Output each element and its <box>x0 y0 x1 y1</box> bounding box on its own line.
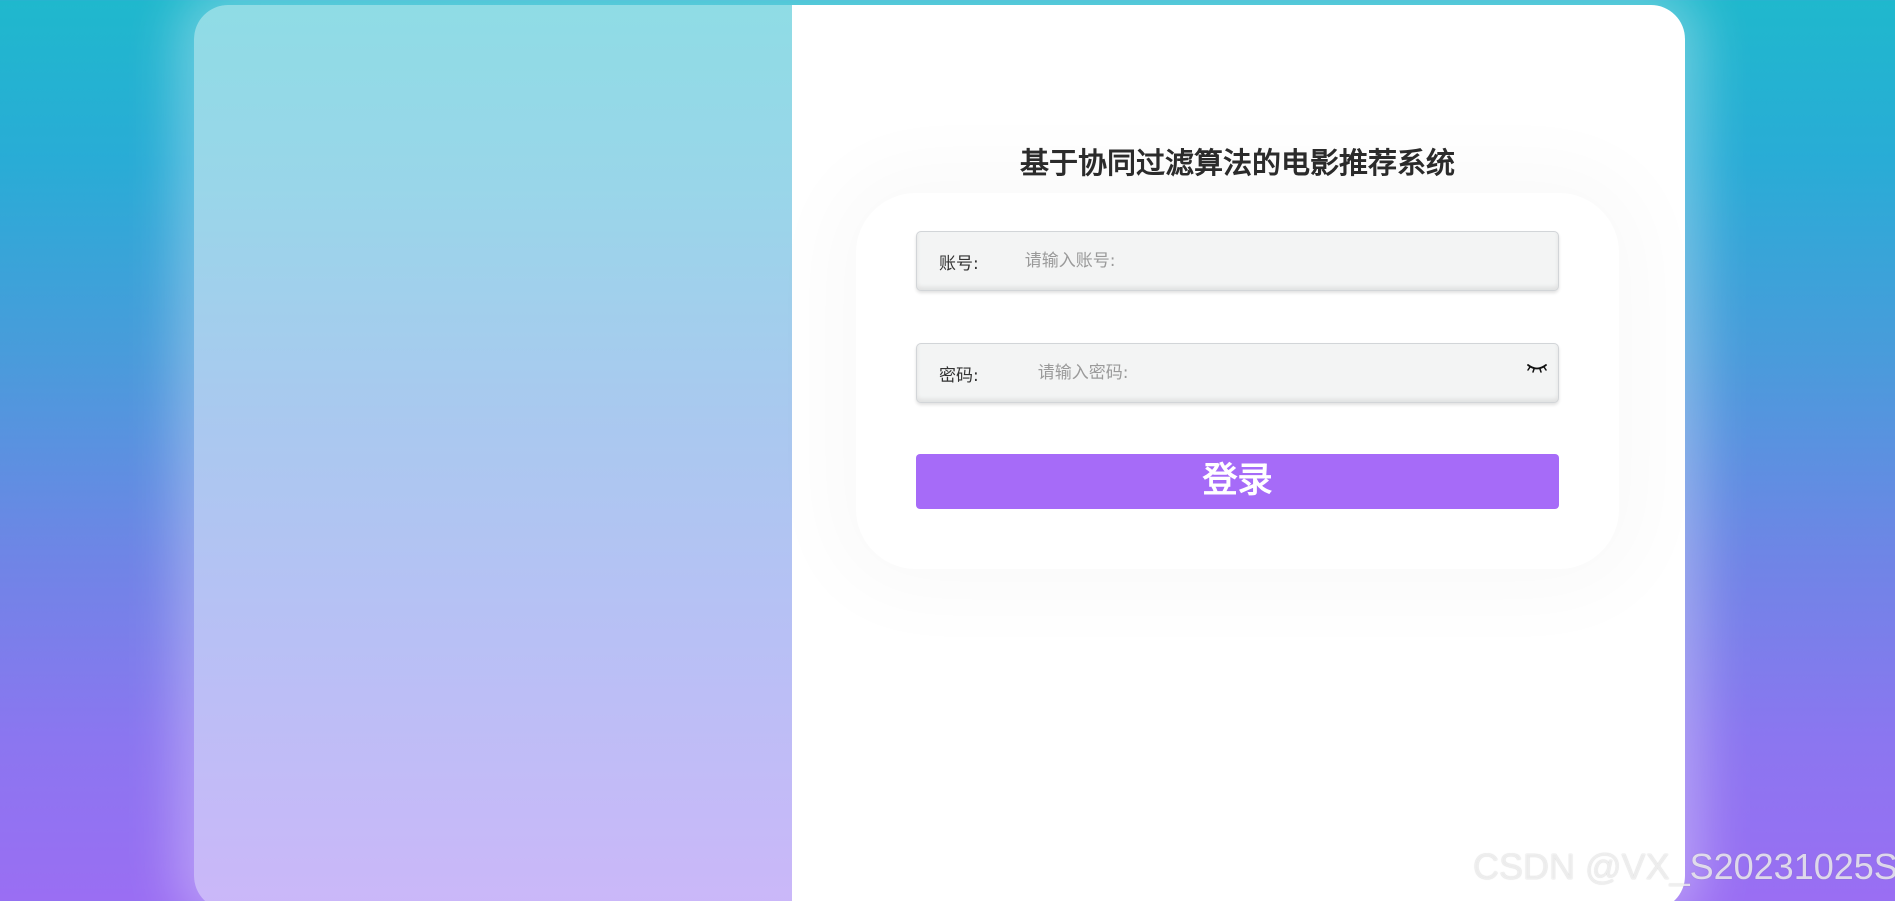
watermark-text: CSDN @VX_S20231025S <box>1473 846 1895 887</box>
password-label: 密码: <box>939 365 979 386</box>
eye-closed-icon[interactable] <box>1526 360 1548 374</box>
account-field: 账号: <box>916 231 1559 291</box>
account-label: 账号: <box>939 253 979 274</box>
login-panel: 基于协同过滤算法的电影推荐系统 账号: 密码: 登录 <box>792 5 1685 901</box>
password-input[interactable] <box>1035 343 1526 403</box>
page-title: 基于协同过滤算法的电影推荐系统 <box>1019 146 1455 180</box>
password-field: 密码: <box>916 343 1559 403</box>
login-form: 基于协同过滤算法的电影推荐系统 账号: 密码: 登录 <box>916 133 1559 509</box>
login-card: 基于协同过滤算法的电影推荐系统 账号: 密码: 登录 <box>194 5 1685 901</box>
account-input[interactable] <box>1022 231 1558 291</box>
decorative-panel <box>194 5 792 901</box>
login-button[interactable]: 登录 <box>916 454 1559 509</box>
